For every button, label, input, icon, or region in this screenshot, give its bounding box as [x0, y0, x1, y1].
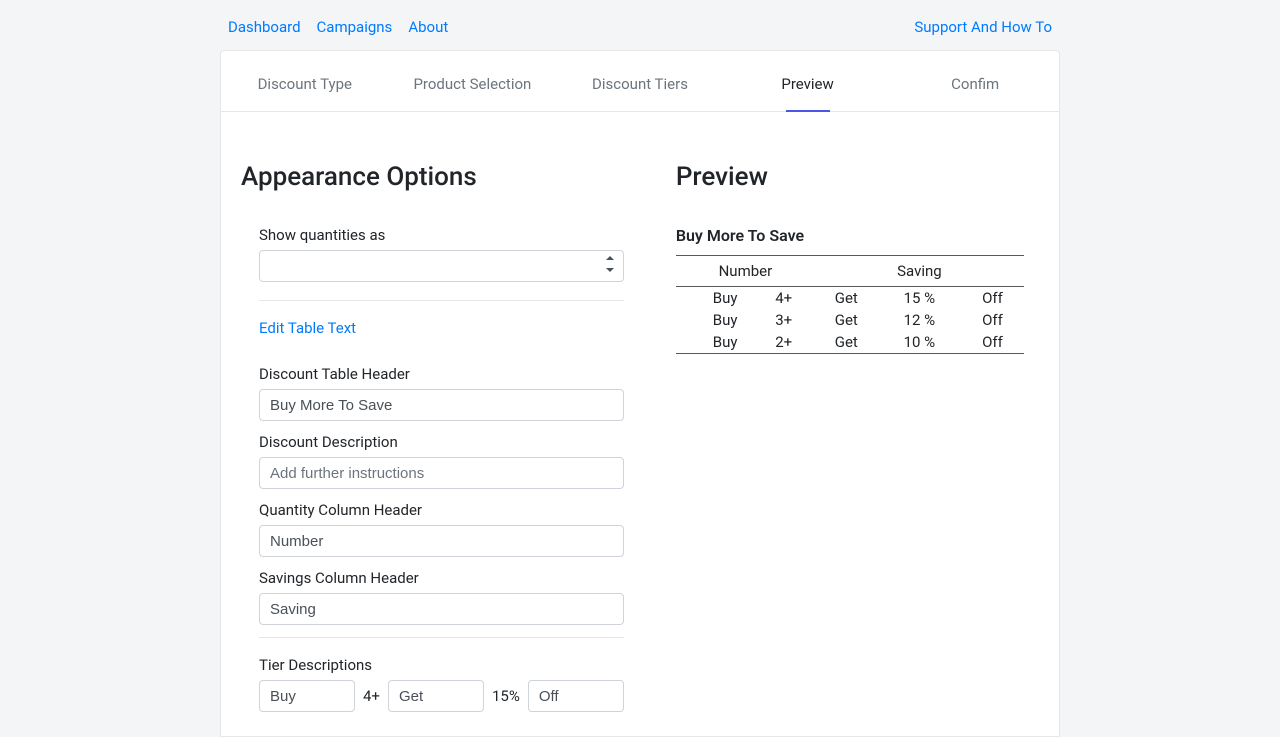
quantity-column-header-label: Quantity Column Header — [259, 501, 624, 519]
preview-table-title: Buy More To Save — [676, 226, 1024, 255]
savings-column-header-label: Savings Column Header — [259, 569, 624, 587]
main-panel: Discount Type Product Selection Discount… — [220, 50, 1060, 737]
cell-qty: 3+ — [752, 309, 815, 331]
cell-buy: Buy — [676, 287, 753, 310]
appearance-heading: Appearance Options — [241, 162, 642, 192]
tab-confirm[interactable]: Confim — [891, 51, 1059, 111]
quantity-column-header-input[interactable] — [259, 525, 624, 557]
tier-pct-text: 15% — [492, 687, 520, 705]
tab-discount-tiers[interactable]: Discount Tiers — [556, 51, 724, 111]
cell-get: Get — [815, 331, 878, 354]
discount-table-header-input[interactable] — [259, 389, 624, 421]
edit-table-text-link[interactable]: Edit Table Text — [259, 319, 356, 337]
cell-pct: 15 % — [878, 287, 962, 310]
cell-qty: 2+ — [752, 331, 815, 354]
preview-heading: Preview — [676, 162, 1039, 192]
cell-off: Off — [961, 331, 1024, 354]
tab-preview[interactable]: Preview — [724, 51, 892, 111]
show-quantities-label: Show quantities as — [259, 226, 624, 244]
table-row: Buy 3+ Get 12 % Off — [676, 309, 1024, 331]
discount-description-label: Discount Description — [259, 433, 624, 451]
savings-column-header-input[interactable] — [259, 593, 624, 625]
cell-off: Off — [961, 287, 1024, 310]
tier-qty-text: 4+ — [363, 687, 380, 705]
cell-get: Get — [815, 309, 878, 331]
separator — [259, 300, 624, 301]
nav-campaigns[interactable]: Campaigns — [317, 18, 393, 36]
cell-qty: 4+ — [752, 287, 815, 310]
tier-descriptions-label: Tier Descriptions — [259, 656, 624, 674]
tab-product-selection[interactable]: Product Selection — [389, 51, 557, 111]
tier-buy-input[interactable] — [259, 680, 355, 712]
separator-2 — [259, 637, 624, 638]
step-tabs: Discount Type Product Selection Discount… — [221, 51, 1059, 112]
tab-discount-type[interactable]: Discount Type — [221, 51, 389, 111]
top-nav: Dashboard Campaigns About Support And Ho… — [220, 14, 1060, 50]
preview-col-saving: Saving — [815, 256, 1024, 287]
nav-dashboard[interactable]: Dashboard — [228, 18, 301, 36]
cell-pct: 10 % — [878, 331, 962, 354]
discount-table-header-label: Discount Table Header — [259, 365, 624, 383]
cell-pct: 12 % — [878, 309, 962, 331]
nav-support[interactable]: Support And How To — [914, 18, 1052, 36]
table-row: Buy 4+ Get 15 % Off — [676, 287, 1024, 310]
cell-get: Get — [815, 287, 878, 310]
nav-about[interactable]: About — [408, 18, 448, 36]
preview-table-wrap: Buy More To Save Number Saving — [676, 226, 1024, 354]
tier-row: 4+ 15% — [259, 680, 624, 712]
preview-col-number: Number — [676, 256, 815, 287]
cell-buy: Buy — [676, 309, 753, 331]
cell-buy: Buy — [676, 331, 753, 354]
table-row: Buy 2+ Get 10 % Off — [676, 331, 1024, 354]
discount-description-input[interactable] — [259, 457, 624, 489]
show-quantities-select[interactable] — [259, 250, 624, 282]
tier-get-input[interactable] — [388, 680, 484, 712]
cell-off: Off — [961, 309, 1024, 331]
tier-off-input[interactable] — [528, 680, 624, 712]
